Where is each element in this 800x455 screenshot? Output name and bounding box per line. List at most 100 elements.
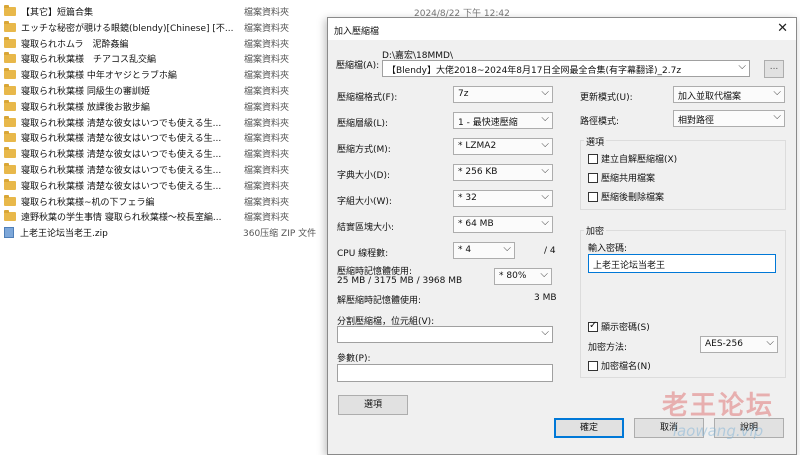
file-name: 寝取られ秋葉様 同級生の審訓姫	[21, 87, 150, 97]
folder-icon	[4, 115, 16, 127]
checkbox-box	[588, 172, 598, 183]
file-type: 360压缩 ZIP 文件	[243, 229, 317, 240]
file-name: 寝取られ秋葉様 放課後お散步編	[21, 102, 150, 113]
chevron-down-icon: ⌵	[766, 337, 774, 348]
chevron-down-icon: ⌵	[540, 269, 548, 280]
show-password-label: 顯示密碼(S)	[601, 323, 650, 333]
password-input[interactable]: 上老王论坛当老王	[588, 254, 776, 273]
file-type: 檔案資料夾	[244, 102, 290, 113]
close-icon[interactable]: ✕	[777, 21, 788, 36]
folder-icon	[4, 84, 16, 95]
params-input[interactable]	[337, 364, 553, 382]
method-select[interactable]: * LZMA2 ⌵	[453, 138, 553, 155]
file-name: 寝取られ秋葉様 清楚な彼女はいつでも使える生...	[21, 134, 222, 145]
browse-button[interactable]: ...	[764, 60, 784, 78]
mem-pct-select[interactable]: * 80% ⌵	[494, 268, 552, 285]
solid-select[interactable]: * 64 MB ⌵	[453, 216, 553, 233]
file-name: 上老王论坛当老王.zip	[20, 229, 108, 240]
file-type: 檔案資料夾	[244, 213, 290, 224]
file-name: エッチな秘密が覗ける眼鏡(blendy)[Chinese] [不...	[21, 23, 234, 34]
folder-icon	[4, 52, 16, 64]
sfx-checkbox[interactable]: 建立自解壓縮檔(X)	[588, 152, 677, 165]
word-value: * 32	[458, 193, 477, 203]
shared-checkbox[interactable]: 壓縮共用檔案	[588, 171, 655, 184]
chevron-down-icon: ⌵	[773, 111, 781, 122]
dict-select[interactable]: * 256 KB ⌵	[453, 164, 553, 181]
file-name: 寝取られ秋葉様 清楚な彼女はいつでも使える生...	[21, 150, 222, 161]
file-type: 檔案資料夾	[244, 181, 290, 192]
format-select[interactable]: 7z ⌵	[453, 86, 553, 103]
file-row[interactable]: 上老王论坛当老王.zip 360压缩 ZIP 文件	[4, 225, 324, 240]
file-type: 檔案資料夾	[244, 71, 290, 82]
checkbox-box	[588, 360, 598, 371]
file-row[interactable]: 遠野秋葉の学生事情 寝取られ秋葉様～校長室編... 檔案資料夾	[4, 209, 324, 224]
folder-icon	[4, 131, 16, 143]
update-select[interactable]: 加入並取代檔案 ⌵	[673, 86, 785, 103]
file-row[interactable]: 寝取られ秋葉様 同級生の審訓姫 檔案資料夾	[4, 83, 324, 98]
checkbox-box	[588, 191, 598, 202]
file-row[interactable]: 寝取られ秋葉様 清楚な彼女はいつでも使える生... 檔案資料夾	[4, 178, 324, 193]
method-value: * LZMA2	[458, 141, 497, 151]
path-select[interactable]: 相對路徑 ⌵	[673, 110, 785, 127]
folder-icon	[4, 163, 16, 174]
mem-value: 25 MB / 3175 MB / 3968 MB	[337, 276, 463, 286]
archive-name-combobox[interactable]: 【Blendy】大佬2018~2024年8月17日全网最全合集(有字幕翻译)_2…	[382, 60, 750, 77]
chevron-down-icon[interactable]: ⌵	[541, 327, 549, 338]
file-type: 檔案資料夾	[244, 166, 290, 176]
word-select[interactable]: * 32 ⌵	[453, 190, 553, 207]
ok-button[interactable]: 確定	[554, 418, 624, 438]
dict-value: * 256 KB	[458, 167, 498, 177]
update-label: 更新模式(U):	[580, 93, 633, 103]
show-password-checkbox[interactable]: 顯示密碼(S)	[588, 320, 650, 333]
dialog-title: 加入壓縮檔	[334, 27, 380, 37]
enc-method-select[interactable]: AES-256 ⌵	[700, 336, 778, 353]
folder-icon	[4, 99, 16, 111]
chevron-down-icon: ⌵	[773, 87, 781, 98]
file-row[interactable]: エッチな秘密が覗ける眼鏡(blendy)[Chinese] [不... 檔案資料夾	[4, 20, 324, 35]
encrypt-names-label: 加密檔名(N)	[601, 362, 651, 372]
add-to-archive-dialog: 加入壓縮檔 ✕ 壓縮檔(A): D:\嘉宏\18MMD\ 【Blendy】大佬2…	[327, 17, 797, 455]
cpu-select[interactable]: * 4 ⌵	[453, 242, 515, 259]
file-name: 寝取られ秋葉様~机の下フェラ編	[21, 197, 155, 208]
file-row[interactable]: 【其它】短篇合集 檔案資料夾	[4, 4, 324, 19]
file-type: 檔案資料夾	[244, 87, 290, 97]
file-row[interactable]: 寝取られ秋葉様 清楚な彼女はいつでも使える生... 檔案資料夾	[4, 115, 324, 130]
level-value: 1 - 最快速壓縮	[458, 118, 518, 128]
file-row[interactable]: 寝取られ秋葉様 清楚な彼女はいつでも使える生... 檔案資料夾	[4, 146, 324, 161]
solid-label: 結實區塊大小:	[337, 223, 395, 233]
file-row[interactable]: 寝取られ秋葉様~机の下フェラ編 檔案資料夾	[4, 194, 324, 209]
chevron-down-icon: ⌵	[541, 113, 549, 124]
file-row[interactable]: 寝取られ秋葉様 中年オヤジとラブホ編 檔案資料夾	[4, 67, 324, 82]
chevron-down-icon: ⌵	[503, 243, 511, 254]
file-row[interactable]: 寝取られ秋葉様 放課後お散步編 檔案資料夾	[4, 99, 324, 114]
folder-icon	[4, 5, 16, 16]
file-name: 寝取られ秋葉様 清楚な彼女はいつでも使える生...	[21, 166, 222, 176]
file-name: 寝取られホムラ 泥酔姦編	[21, 39, 129, 50]
encrypt-names-checkbox[interactable]: 加密檔名(N)	[588, 359, 651, 372]
shared-label: 壓縮共用檔案	[601, 174, 656, 184]
file-type: 檔案資料夾	[244, 55, 290, 66]
mem-pct-value: * 80%	[499, 271, 527, 281]
level-select[interactable]: 1 - 最快速壓縮 ⌵	[453, 112, 553, 129]
file-type: 檔案資料夾	[244, 8, 290, 18]
options-button[interactable]: 選項	[338, 395, 408, 415]
demem-value: 3 MB	[534, 293, 557, 303]
chevron-down-icon: ⌵	[541, 217, 549, 228]
file-row[interactable]: 寝取られホムラ 泥酔姦編 檔案資料夾	[4, 36, 324, 51]
folder-icon	[4, 20, 16, 32]
watermark-text: 老王论坛	[661, 391, 774, 421]
format-label: 壓縮檔格式(F):	[337, 93, 398, 103]
chevron-down-icon: ⌵	[541, 139, 549, 150]
split-combobox[interactable]: ⌵	[337, 326, 553, 343]
file-name: 寝取られ秋葉様 中年オヤジとラブホ編	[21, 71, 177, 82]
path-value: 相對路徑	[678, 116, 715, 126]
file-row[interactable]: 寝取られ秋葉様 清楚な彼女はいつでも使える生... 檔案資料夾	[4, 162, 324, 177]
file-row[interactable]: 寝取られ秋葉様 清楚な彼女はいつでも使える生... 檔案資料夾	[4, 130, 324, 145]
chevron-down-icon[interactable]: ⌵	[738, 61, 746, 72]
file-type: 檔案資料夾	[244, 197, 290, 208]
file-row[interactable]: 寝取られ秋葉様 チアコス乱交編 檔案資料夾	[4, 51, 324, 66]
cpu-total: / 4	[544, 246, 556, 256]
zip-file-icon	[4, 227, 14, 239]
delete-checkbox[interactable]: 壓縮後刪除檔案	[588, 190, 664, 203]
folder-icon	[4, 68, 16, 80]
